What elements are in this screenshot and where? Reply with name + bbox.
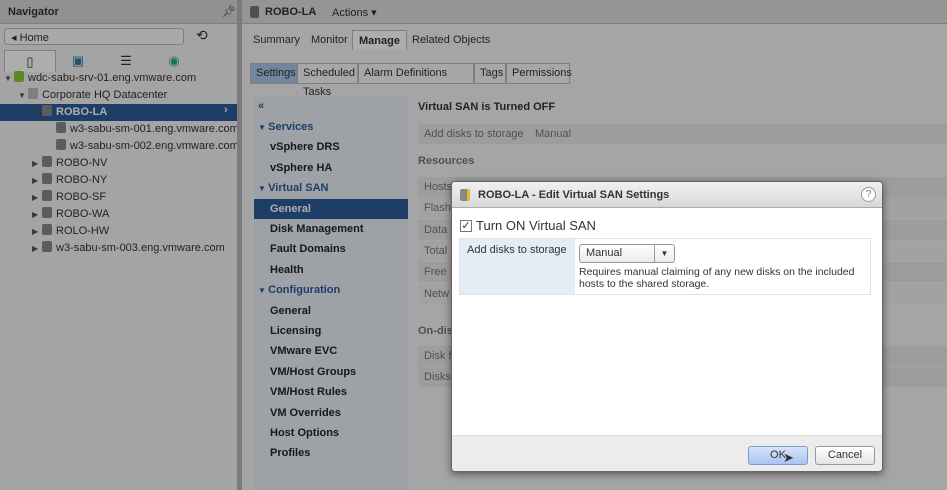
dialog-footer: OK Cancel bbox=[452, 435, 882, 471]
add-disks-select[interactable]: Manual ▼ bbox=[579, 244, 675, 263]
edit-vsan-dialog: ROBO-LA - Edit Virtual SAN Settings ? ✓ … bbox=[451, 181, 883, 472]
chevron-down-icon: ▼ bbox=[654, 245, 674, 262]
select-value: Manual bbox=[586, 247, 623, 259]
help-icon[interactable]: ? bbox=[861, 187, 876, 202]
ok-button[interactable]: OK bbox=[748, 446, 808, 465]
cancel-button[interactable]: Cancel bbox=[815, 446, 875, 465]
field-label: Add disks to storage bbox=[460, 239, 575, 294]
dialog-title: ROBO-LA - Edit Virtual SAN Settings bbox=[452, 182, 882, 208]
mouse-cursor-icon: ➤ bbox=[783, 450, 794, 465]
checkbox-label: Turn ON Virtual SAN bbox=[476, 218, 596, 233]
vsan-checkbox[interactable]: ✓ bbox=[460, 220, 472, 232]
field-description: Requires manual claiming of any new disk… bbox=[579, 266, 855, 290]
cluster-edit-icon bbox=[460, 189, 470, 201]
